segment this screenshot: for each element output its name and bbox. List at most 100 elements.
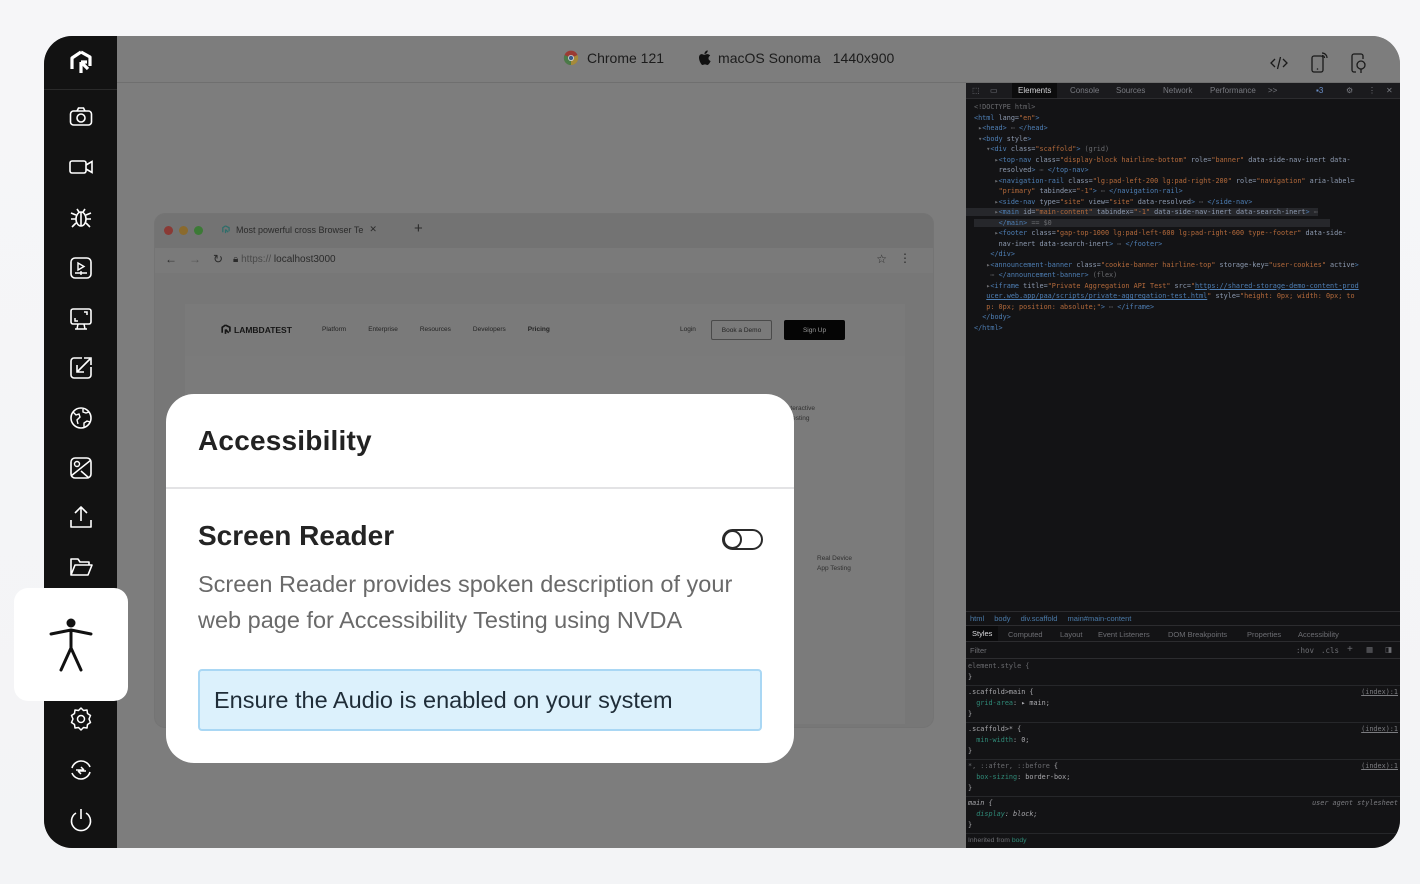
camera-icon [69, 107, 92, 126]
inspect-device-button[interactable] [1348, 52, 1370, 74]
gear-icon [70, 707, 91, 731]
class-toggle[interactable]: .cls [1321, 646, 1339, 655]
styles-tab-accessibility[interactable]: Accessibility [1298, 630, 1339, 639]
url-host: localhost3000 [273, 254, 336, 265]
upload-icon [69, 506, 92, 528]
breadcrumb-html[interactable]: html [970, 614, 984, 623]
screen-reader-toggle[interactable] [722, 529, 763, 550]
paint-icon[interactable]: ▦ [1366, 645, 1373, 654]
rail-image-injection-button[interactable] [44, 448, 117, 488]
close-window-dot[interactable] [164, 226, 173, 235]
breadcrumb-body[interactable]: body [994, 614, 1010, 623]
screen-reader-description: Screen Reader provides spoken descriptio… [198, 571, 733, 633]
rail-files-button[interactable] [44, 547, 117, 587]
rail-media-button[interactable] [44, 248, 117, 288]
devtools-tab-console[interactable]: Console [1070, 86, 1099, 95]
device-toolbar-icon[interactable]: ▭ [990, 86, 998, 95]
dom-tree[interactable]: <!DOCTYPE html> <html lang="en"> ▸<head>… [966, 99, 1400, 619]
device-rotate-icon [1311, 52, 1328, 73]
rail-geolocation-button[interactable] [44, 398, 117, 438]
site-logo[interactable]: LAMBDATEST [220, 324, 292, 335]
browser-tab[interactable]: Most powerful cross Browser Te ✕ [221, 224, 377, 235]
rail-accessibility-button[interactable] [14, 588, 128, 701]
styles-tab-dom-breakpoints[interactable]: DOM Breakpoints [1168, 630, 1227, 639]
site-nav-enterprise[interactable]: Enterprise [368, 326, 398, 333]
rail-switch-screen-button[interactable] [44, 348, 117, 388]
site-book-demo-button[interactable]: Book a Demo [711, 320, 772, 340]
css-rule[interactable]: element.style {} [966, 660, 1400, 686]
folder-icon [69, 558, 93, 576]
styles-tab-computed[interactable]: Computed [1008, 630, 1043, 639]
sidebar-toggle-icon[interactable]: ◨ [1385, 645, 1392, 654]
styles-tab-styles[interactable]: Styles [966, 626, 999, 642]
close-tab-icon[interactable]: ✕ [369, 224, 377, 235]
browser-tab-title: Most powerful cross Browser Te [236, 224, 364, 235]
switch-icon [70, 760, 91, 780]
monitor-resize-icon [69, 308, 92, 330]
rail-resolution-button[interactable] [44, 299, 117, 339]
rail-settings-button[interactable] [44, 699, 117, 739]
site-nav-resources[interactable]: Resources [420, 326, 451, 333]
lock-icon: 🔒︎ [233, 254, 239, 265]
css-rule[interactable]: *, ::after, ::before {(index):1 box-sizi… [966, 760, 1400, 797]
browser-tab-bar: Most powerful cross Browser Te ✕ + [155, 214, 933, 248]
session-info-bar: Chrome 121 macOS Sonoma 1440x900 [117, 36, 1400, 83]
reload-icon[interactable]: ↻ [213, 252, 223, 266]
devtools-close-icon[interactable]: ✕ [1386, 86, 1393, 95]
view-source-button[interactable] [1268, 52, 1290, 74]
devtools-more-tabs[interactable]: >> [1268, 86, 1277, 95]
code-icon [1270, 56, 1288, 70]
breadcrumb-main[interactable]: main#main-content [1068, 614, 1132, 623]
devtools-menu-icon[interactable]: ⋮ [1368, 86, 1376, 95]
bookmark-star-icon[interactable]: ☆ [876, 252, 887, 266]
address-bar: ← → ↻ 🔒︎ https:// localhost3000 ☆ ⋮ [155, 248, 933, 273]
devtools-tab-network[interactable]: Network [1163, 86, 1192, 95]
rotate-device-button[interactable] [1308, 52, 1330, 74]
site-nav-platform[interactable]: Platform [322, 326, 346, 333]
rail-screenshot-button[interactable] [44, 97, 117, 137]
power-icon [70, 809, 91, 832]
new-rule-icon[interactable]: + [1347, 644, 1353, 655]
devtools-tab-performance[interactable]: Performance [1210, 86, 1256, 95]
site-nav-pricing[interactable]: Pricing [528, 326, 550, 333]
lambdatest-logo[interactable] [44, 36, 117, 90]
styles-tab-event-listeners[interactable]: Event Listeners [1098, 630, 1150, 639]
minimize-window-dot[interactable] [179, 226, 188, 235]
css-rule[interactable]: .scaffold>* {(index):1 min-width: 0;} [966, 723, 1400, 760]
device-inspect-icon [1351, 53, 1366, 73]
site-sign-up-button[interactable]: Sign Up [784, 320, 845, 340]
devtools-tab-sources[interactable]: Sources [1116, 86, 1145, 95]
os-version: macOS Sonoma [718, 50, 821, 66]
rail-upload-button[interactable] [44, 497, 117, 537]
site-login-link[interactable]: Login [680, 326, 696, 333]
styles-tab-layout[interactable]: Layout [1060, 630, 1083, 639]
browser-menu-icon[interactable]: ⋮ [899, 251, 911, 265]
hover-state-toggle[interactable]: :hov [1296, 646, 1314, 655]
breadcrumb-scaffold[interactable]: div.scaffold [1021, 614, 1058, 623]
styles-filter-input[interactable]: Filter [970, 646, 987, 655]
maximize-window-dot[interactable] [194, 226, 203, 235]
screen-resolution: 1440x900 [832, 50, 895, 66]
devtools-settings-icon[interactable]: ⚙ [1346, 86, 1353, 95]
rail-end-session-button[interactable] [44, 800, 117, 840]
url-field[interactable]: 🔒︎ https:// localhost3000 [233, 254, 336, 265]
back-icon[interactable]: ← [165, 252, 177, 266]
css-rule[interactable]: .scaffold>main {(index):1 grid-area: ▸ m… [966, 686, 1400, 723]
annotation-real-device: Real Device App Testing [817, 555, 853, 572]
issues-badge[interactable]: ▪3 [1316, 86, 1323, 95]
rail-switch-session-button[interactable] [44, 750, 117, 790]
inspect-element-icon[interactable]: ⬚ [972, 86, 980, 95]
rail-mark-bug-button[interactable] [44, 197, 117, 237]
forward-icon[interactable]: → [189, 252, 201, 266]
accessibility-panel: Accessibility Screen Reader Screen Reade… [166, 394, 794, 763]
css-rule[interactable]: main {user agent stylesheet display: blo… [966, 797, 1400, 834]
devtools-tab-elements[interactable]: Elements [1012, 83, 1058, 98]
styles-tab-bar: Styles Computed Layout Event Listeners D… [966, 625, 1400, 642]
site-nav: LAMBDATEST Platform Enterprise Resources… [185, 304, 905, 356]
bug-icon [70, 208, 91, 228]
media-icon [69, 257, 92, 279]
site-nav-developers[interactable]: Developers [473, 326, 506, 333]
styles-tab-properties[interactable]: Properties [1247, 630, 1281, 639]
rail-record-video-button[interactable] [44, 147, 117, 187]
new-tab-button[interactable]: + [414, 220, 423, 237]
